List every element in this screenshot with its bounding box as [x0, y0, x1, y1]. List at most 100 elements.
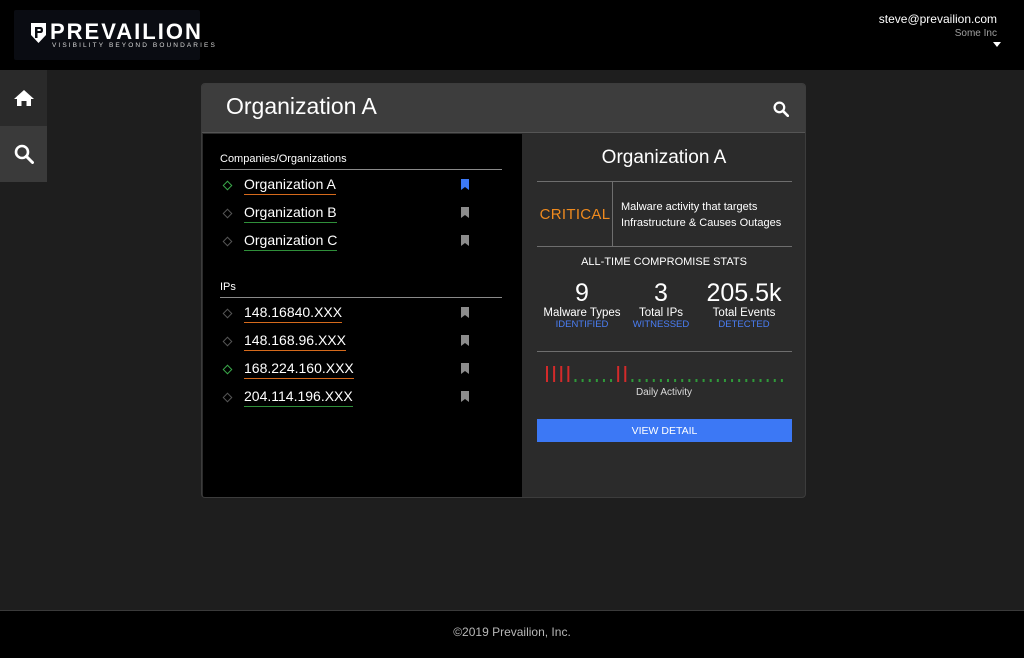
activity-tick	[780, 379, 783, 382]
stat-value: 205.5k	[706, 279, 782, 307]
activity-tick	[695, 379, 698, 382]
stat-sublabel: IDENTIFIED	[555, 319, 609, 330]
stat-malware-types: 9 Malware Types IDENTIFIED	[542, 279, 622, 331]
list-item-ip[interactable]: 148.168.96.XXX	[220, 332, 502, 356]
card-title: Organization A	[226, 93, 377, 119]
severity-badge: CRITICAL	[539, 206, 611, 223]
activity-tick	[567, 366, 570, 382]
activity-tick	[681, 379, 684, 382]
ip-label[interactable]: 168.224.160.XXX	[244, 360, 354, 379]
activity-tick	[602, 379, 605, 382]
organization-card: Organization A Companies/Organizations O…	[201, 83, 806, 498]
stat-label: Total IPs	[638, 307, 684, 319]
severity-desc-line: Malware activity that targets	[621, 201, 758, 213]
bookmark-icon[interactable]	[461, 363, 469, 374]
company-label[interactable]: Organization B	[244, 204, 337, 223]
stats-title: ALL-TIME COMPROMISE STATS	[581, 256, 747, 268]
divider	[612, 182, 613, 246]
detail-title: Organization A	[601, 147, 727, 168]
user-menu[interactable]: steve@prevailion.com Some Inc	[879, 12, 997, 39]
divider	[537, 246, 792, 247]
sidebar-item-search[interactable]	[0, 126, 47, 182]
bookmark-icon[interactable]	[461, 335, 469, 346]
stat-total-events: 205.5k Total Events DETECTED	[700, 279, 788, 331]
activity-tick	[738, 379, 741, 382]
ip-label[interactable]: 204.114.196.XXX	[244, 388, 353, 407]
daily-activity-sparkline	[546, 366, 783, 382]
detail-pane: Organization A CRITICAL Malware activity…	[522, 134, 805, 497]
stat-label: Total Events	[712, 307, 776, 319]
activity-tick	[752, 379, 755, 382]
activity-label: Daily Activity	[635, 387, 693, 398]
top-bar: PREVAILION VISIBILITY BEYOND BOUNDARIES …	[0, 0, 1024, 70]
divider	[537, 351, 792, 352]
user-email: steve@prevailion.com	[878, 12, 997, 26]
divider	[220, 169, 502, 170]
activity-tick	[702, 379, 705, 382]
activity-tick	[674, 379, 677, 382]
sidebar-item-home[interactable]	[0, 70, 47, 126]
company-label[interactable]: Organization C	[244, 232, 338, 251]
divider	[220, 297, 502, 298]
activity-tick	[645, 379, 648, 382]
divider	[537, 181, 792, 182]
bookmark-icon[interactable]	[461, 307, 469, 318]
view-detail-button[interactable]: VIEW DETAIL	[537, 419, 792, 442]
activity-tick	[723, 379, 726, 382]
activity-tick	[773, 379, 776, 382]
list-item-company[interactable]: Organization A	[220, 176, 502, 200]
prevailion-logo[interactable]: PREVAILION VISIBILITY BEYOND BOUNDARIES	[14, 10, 215, 60]
bookmark-icon[interactable]	[461, 207, 469, 218]
activity-tick	[759, 379, 762, 382]
activity-tick	[553, 366, 556, 382]
activity-tick	[595, 379, 598, 382]
list-item-ip[interactable]: 168.224.160.XXX	[220, 360, 502, 384]
status-diamond-icon	[222, 392, 233, 403]
status-diamond-icon	[222, 208, 233, 219]
status-diamond-icon	[222, 364, 233, 375]
search-icon	[14, 144, 34, 164]
list-item-company[interactable]: Organization B	[220, 204, 502, 228]
companies-heading: Companies/Organizations	[220, 153, 347, 165]
bookmark-icon[interactable]	[461, 391, 469, 402]
activity-tick	[546, 366, 548, 382]
copyright: ©2019 Prevailion, Inc.	[453, 625, 571, 639]
status-diamond-icon	[222, 236, 233, 247]
activity-tick	[581, 379, 584, 382]
activity-tick	[610, 379, 613, 382]
activity-tick	[588, 379, 591, 382]
footer: ©2019 Prevailion, Inc.	[0, 610, 1024, 658]
search-icon[interactable]	[773, 101, 789, 117]
caret-down-icon[interactable]	[993, 42, 1001, 47]
activity-tick	[617, 366, 620, 382]
activity-tick	[631, 379, 634, 382]
activity-tick	[652, 379, 655, 382]
sidebar	[0, 70, 47, 182]
ip-label[interactable]: 148.16840.XXX	[244, 304, 343, 323]
bookmark-icon[interactable]	[461, 235, 469, 246]
activity-tick	[624, 366, 627, 382]
activity-tick	[745, 379, 748, 382]
list-item-company[interactable]: Organization C	[220, 232, 502, 256]
activity-tick	[574, 379, 577, 382]
severity-description: Malware activity that targets Infrastruc…	[621, 199, 801, 231]
ip-label[interactable]: 148.168.96.XXX	[244, 332, 346, 351]
user-org: Some Inc	[954, 28, 997, 39]
shield-logo-icon	[31, 23, 46, 43]
status-diamond-icon	[222, 336, 233, 347]
activity-tick	[731, 379, 734, 382]
card-header: Organization A	[202, 84, 805, 133]
stat-value: 3	[654, 279, 668, 307]
activity-tick	[766, 379, 769, 382]
severity-desc-line: Infrastructure & Causes Outages	[621, 217, 782, 229]
company-label[interactable]: Organization A	[244, 176, 336, 195]
status-diamond-icon	[222, 308, 233, 319]
list-item-ip[interactable]: 148.16840.XXX	[220, 304, 502, 328]
activity-tick	[667, 379, 669, 382]
list-item-ip[interactable]: 204.114.196.XXX	[220, 388, 502, 412]
activity-tick	[659, 379, 662, 382]
ips-heading: IPs	[220, 281, 236, 293]
activity-tick	[716, 379, 719, 382]
activity-tick	[688, 379, 691, 382]
bookmark-icon[interactable]	[461, 179, 469, 190]
